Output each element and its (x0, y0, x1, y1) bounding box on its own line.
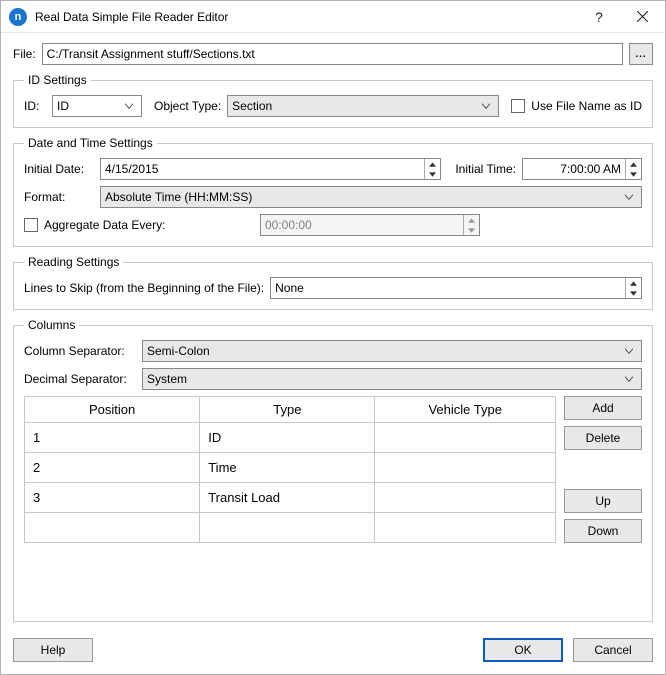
spinner-arrows-icon[interactable] (625, 278, 641, 298)
chevron-down-icon (621, 347, 637, 355)
object-type-combo[interactable]: Section (227, 95, 499, 117)
delete-button[interactable]: Delete (564, 426, 642, 450)
cancel-button[interactable]: Cancel (573, 638, 653, 662)
column-separator-label: Column Separator: (24, 344, 136, 358)
id-combo[interactable]: ID (52, 95, 142, 117)
aggregate-label: Aggregate Data Every: (44, 218, 254, 232)
spinner-arrows-icon[interactable] (463, 215, 479, 235)
format-label: Format: (24, 190, 94, 204)
title-bar: n Real Data Simple File Reader Editor ? (1, 1, 665, 33)
lines-to-skip-label: Lines to Skip (from the Beginning of the… (24, 281, 264, 295)
use-filename-checkbox[interactable] (511, 99, 525, 113)
table-row[interactable]: 3 Transit Load (25, 483, 556, 513)
datetime-legend: Date and Time Settings (24, 136, 157, 150)
add-button[interactable]: Add (564, 396, 642, 420)
file-label: File: (13, 47, 36, 61)
file-path-input[interactable] (42, 43, 623, 65)
app-icon: n (9, 8, 27, 26)
help-icon[interactable]: ? (579, 1, 619, 33)
table-row[interactable]: 1 ID (25, 423, 556, 453)
initial-time-spinner[interactable]: 7:00:00 AM (522, 158, 642, 180)
initial-time-label: Initial Time: (455, 162, 516, 176)
datetime-settings-group: Date and Time Settings Initial Date: 4/1… (13, 136, 653, 247)
id-label: ID: (24, 99, 46, 113)
window-title: Real Data Simple File Reader Editor (35, 10, 579, 24)
table-row[interactable]: 2 Time (25, 453, 556, 483)
col-header-vehicle: Vehicle Type (375, 397, 556, 423)
reading-settings-group: Reading Settings Lines to Skip (from the… (13, 255, 653, 310)
dialog-window: n Real Data Simple File Reader Editor ? … (0, 0, 666, 675)
file-row: File: ... (13, 43, 653, 65)
aggregate-spinner[interactable]: 00:00:00 (260, 214, 480, 236)
initial-date-spinner[interactable]: 4/15/2015 (100, 158, 441, 180)
up-button[interactable]: Up (564, 489, 642, 513)
id-settings-legend: ID Settings (24, 73, 91, 87)
lines-to-skip-spinner[interactable]: None (270, 277, 642, 299)
col-header-type: Type (200, 397, 375, 423)
dialog-footer: Help OK Cancel (13, 630, 653, 662)
id-settings-group: ID Settings ID: ID Object Type: Section … (13, 73, 653, 128)
spinner-arrows-icon[interactable] (424, 159, 440, 179)
use-filename-label: Use File Name as ID (531, 99, 642, 113)
col-header-position: Position (25, 397, 200, 423)
object-type-label: Object Type: (154, 99, 221, 113)
down-button[interactable]: Down (564, 519, 642, 543)
columns-group: Columns Column Separator: Semi-Colon Dec… (13, 318, 653, 622)
chevron-down-icon (478, 102, 494, 110)
table-side-buttons: Add Delete Up Down (564, 396, 642, 543)
decimal-separator-combo[interactable]: System (142, 368, 642, 390)
decimal-separator-label: Decimal Separator: (24, 372, 136, 386)
browse-button[interactable]: ... (629, 43, 653, 65)
initial-date-label: Initial Date: (24, 162, 94, 176)
aggregate-checkbox[interactable] (24, 218, 38, 232)
spinner-arrows-icon[interactable] (625, 159, 641, 179)
close-icon[interactable] (619, 1, 665, 33)
help-button[interactable]: Help (13, 638, 93, 662)
chevron-down-icon (121, 102, 137, 110)
dialog-content: File: ... ID Settings ID: ID Object Type… (1, 33, 665, 674)
column-separator-combo[interactable]: Semi-Colon (142, 340, 642, 362)
chevron-down-icon (621, 193, 637, 201)
columns-table[interactable]: Position Type Vehicle Type 1 ID 2 (24, 396, 556, 543)
format-combo[interactable]: Absolute Time (HH:MM:SS) (100, 186, 642, 208)
reading-legend: Reading Settings (24, 255, 123, 269)
columns-legend: Columns (24, 318, 79, 332)
chevron-down-icon (621, 375, 637, 383)
ok-button[interactable]: OK (483, 638, 563, 662)
table-row (25, 513, 556, 543)
